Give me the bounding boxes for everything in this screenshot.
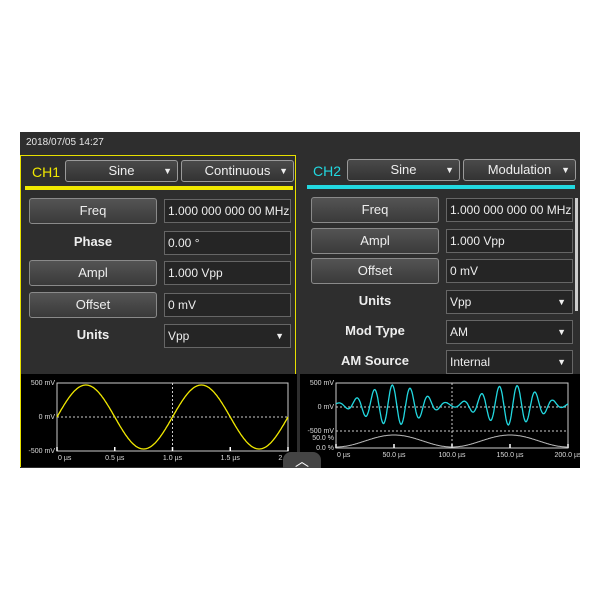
dropdown-arrow-icon: ▼ xyxy=(557,357,566,367)
ch2-units-label: Units xyxy=(358,293,392,308)
ch2-mode-value: Modulation xyxy=(487,162,552,177)
x-tick-label: 150.0 µs xyxy=(497,452,524,459)
x-tick-label: 0 µs xyxy=(58,455,72,462)
ch1-waveform-value: Sine xyxy=(108,163,135,178)
ch1-phase-field[interactable]: 0.00 ° xyxy=(164,231,291,255)
units-value: Vpp xyxy=(168,329,190,343)
dropdown-arrow-icon: ▼ xyxy=(445,165,454,175)
ch1-waveform-dropdown[interactable]: Sine ▼ xyxy=(65,160,178,182)
ch1-freq-button[interactable]: Freq xyxy=(29,198,157,224)
ch2-ampl-button[interactable]: Ampl xyxy=(311,228,439,254)
ch1-units-label: Units xyxy=(76,327,110,342)
ch1-offset-button[interactable]: Offset xyxy=(29,292,157,318)
y-tick-label: -500 mV xyxy=(308,428,335,435)
ch1-mode-dropdown[interactable]: Continuous ▼ xyxy=(181,160,294,182)
ch2-am-source-label: AM Source xyxy=(341,353,409,368)
ch2-label: CH2 xyxy=(313,163,342,179)
dropdown-arrow-icon: ▼ xyxy=(275,331,284,341)
ch1-phase-label: Phase xyxy=(73,234,113,249)
dropdown-arrow-icon: ▼ xyxy=(279,166,288,176)
ch2-am-source-select[interactable]: Internal ▼ xyxy=(446,350,573,374)
y-tick-label: 500 mV xyxy=(31,380,55,387)
ampl-value: 1.000 Vpp xyxy=(450,234,505,248)
ch2-mod-type-select[interactable]: AM ▼ xyxy=(446,320,573,344)
x-tick-label: 50.0 µs xyxy=(382,452,406,459)
x-tick-label: 1.5 µs xyxy=(221,455,241,462)
y-tick-label: 0 mV xyxy=(39,414,56,421)
ch1-ampl-field[interactable]: 1.000 Vpp xyxy=(164,261,291,285)
ch2-units-select[interactable]: Vpp ▼ xyxy=(446,290,573,314)
ch2-waveform-value: Sine xyxy=(390,162,417,177)
dropdown-arrow-icon: ▼ xyxy=(557,327,566,337)
mod-type-value: AM xyxy=(450,325,468,339)
freq-value: 1.000 000 000 00 MHz xyxy=(168,204,290,218)
phase-value: 0.00 ° xyxy=(168,236,200,250)
ch1-units-select[interactable]: Vpp ▼ xyxy=(164,324,291,348)
ch2-mode-dropdown[interactable]: Modulation ▼ xyxy=(463,159,576,181)
ch2-freq-field[interactable]: 1.000 000 000 00 MHz xyxy=(446,198,573,222)
ch2-mod-type-label: Mod Type xyxy=(345,323,405,338)
y-tick-label: 500 mV xyxy=(310,380,334,387)
ch1-offset-field[interactable]: 0 mV xyxy=(164,293,291,317)
y-tick-label: 0 mV xyxy=(318,404,335,411)
ch1-color-bar xyxy=(25,186,293,190)
x-tick-label: 0 µs xyxy=(337,452,351,459)
freq-value: 1.000 000 000 00 MHz xyxy=(450,203,572,217)
timestamp: 2018/07/05 14:27 xyxy=(26,137,104,148)
ch2-waveform-dropdown[interactable]: Sine ▼ xyxy=(347,159,460,181)
dropdown-arrow-icon: ▼ xyxy=(163,166,172,176)
ch1-mode-value: Continuous xyxy=(204,163,271,178)
ch2-offset-field[interactable]: 0 mV xyxy=(446,259,573,283)
am-source-value: Internal xyxy=(450,355,491,369)
ch1-label: CH1 xyxy=(32,164,61,180)
y2-tick-label: 50.0 % xyxy=(312,435,334,442)
ch2-color-bar xyxy=(307,185,575,189)
x-tick-label: 1.0 µs xyxy=(163,455,183,462)
collapse-chevron-up-icon[interactable]: ︿ xyxy=(283,452,321,469)
ch2-offset-button[interactable]: Offset xyxy=(311,258,439,284)
offset-value: 0 mV xyxy=(450,264,479,278)
dropdown-arrow-icon: ▼ xyxy=(561,165,570,175)
y-tick-label: -500 mV xyxy=(29,448,56,455)
units-value: Vpp xyxy=(450,295,472,309)
ch1-freq-field[interactable]: 1.000 000 000 00 MHz xyxy=(164,199,291,223)
x-tick-label: 100.0 µs xyxy=(439,452,466,459)
ch1-plot-bg xyxy=(21,374,297,467)
x-tick-label: 0.5 µs xyxy=(105,455,125,462)
x-tick-label: 200.0 µs xyxy=(555,452,581,459)
offset-value: 0 mV xyxy=(168,298,197,312)
ch2-scrollbar[interactable] xyxy=(575,198,578,311)
y2-tick-label: 0.0 % xyxy=(316,445,334,452)
dropdown-arrow-icon: ▼ xyxy=(557,297,566,307)
ch2-ampl-field[interactable]: 1.000 Vpp xyxy=(446,229,573,253)
generator-screen: 2018/07/05 14:27 CH1 Sine ▼ Continuous ▼ F… xyxy=(20,132,581,469)
ampl-value: 1.000 Vpp xyxy=(168,266,223,280)
ch1-ampl-button[interactable]: Ampl xyxy=(29,260,157,286)
ch2-freq-button[interactable]: Freq xyxy=(311,197,439,223)
